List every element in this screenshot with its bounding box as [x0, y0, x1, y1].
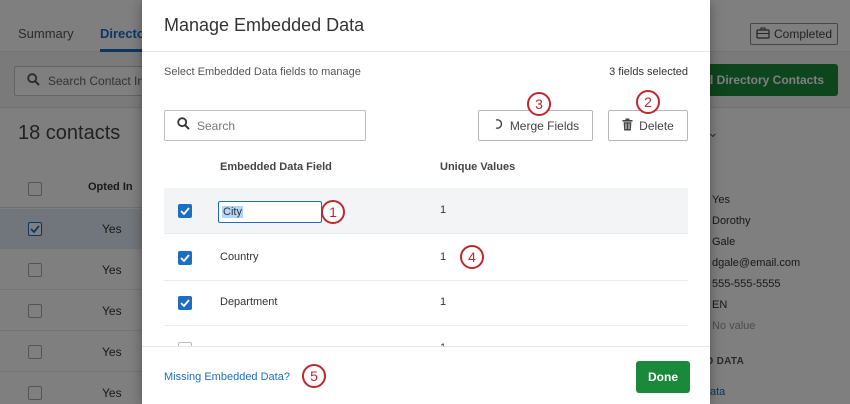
row-checkbox[interactable]: [178, 204, 192, 218]
callout-marker: 1: [321, 200, 345, 224]
callout-marker: 5: [302, 364, 326, 388]
delete-label: Delete: [639, 118, 674, 133]
callout-marker: 2: [636, 90, 660, 114]
dialog-instructions: Select Embedded Data fields to manage: [164, 66, 361, 78]
trash-icon: [622, 118, 633, 134]
callout-marker: 4: [460, 245, 484, 269]
table-row[interactable]: Department 1: [164, 280, 688, 326]
dialog-header: Manage Embedded Data: [142, 0, 710, 52]
search-icon: [177, 116, 190, 135]
embedded-data-table: City 1 Country 1 Department 1 1: [164, 188, 688, 346]
field-name-value: City: [222, 206, 243, 218]
row-checkbox[interactable]: [178, 296, 192, 310]
field-name[interactable]: Country: [220, 251, 259, 263]
column-header-field: Embedded Data Field: [220, 161, 332, 173]
selected-count: 3 fields selected: [609, 66, 688, 78]
search-input[interactable]: [197, 118, 357, 133]
table-row[interactable]: 1: [164, 326, 688, 346]
dialog-title: Manage Embedded Data: [164, 15, 365, 35]
done-button[interactable]: Done: [636, 361, 690, 393]
unique-values-count: 1: [440, 204, 447, 216]
manage-embedded-data-dialog: Manage Embedded Data Select Embedded Dat…: [142, 0, 710, 404]
merge-fields-label: Merge Fields: [509, 118, 580, 133]
field-name-editor[interactable]: City: [218, 201, 322, 223]
row-checkbox[interactable]: [178, 251, 192, 265]
missing-embedded-data-link[interactable]: Missing Embedded Data?: [164, 371, 290, 383]
field-search[interactable]: [164, 110, 366, 141]
table-row[interactable]: Country 1: [164, 235, 688, 281]
unique-values-count: 1: [440, 296, 447, 308]
table-row[interactable]: City 1: [164, 188, 688, 234]
callout-marker: 3: [527, 92, 551, 116]
field-name[interactable]: Department: [220, 296, 277, 308]
delete-button[interactable]: Delete: [608, 110, 688, 141]
dialog-footer: Missing Embedded Data? Done: [142, 346, 710, 404]
merge-icon: [492, 118, 504, 133]
unique-values-count: 1: [440, 251, 447, 263]
column-header-unique-values: Unique Values: [440, 161, 516, 173]
